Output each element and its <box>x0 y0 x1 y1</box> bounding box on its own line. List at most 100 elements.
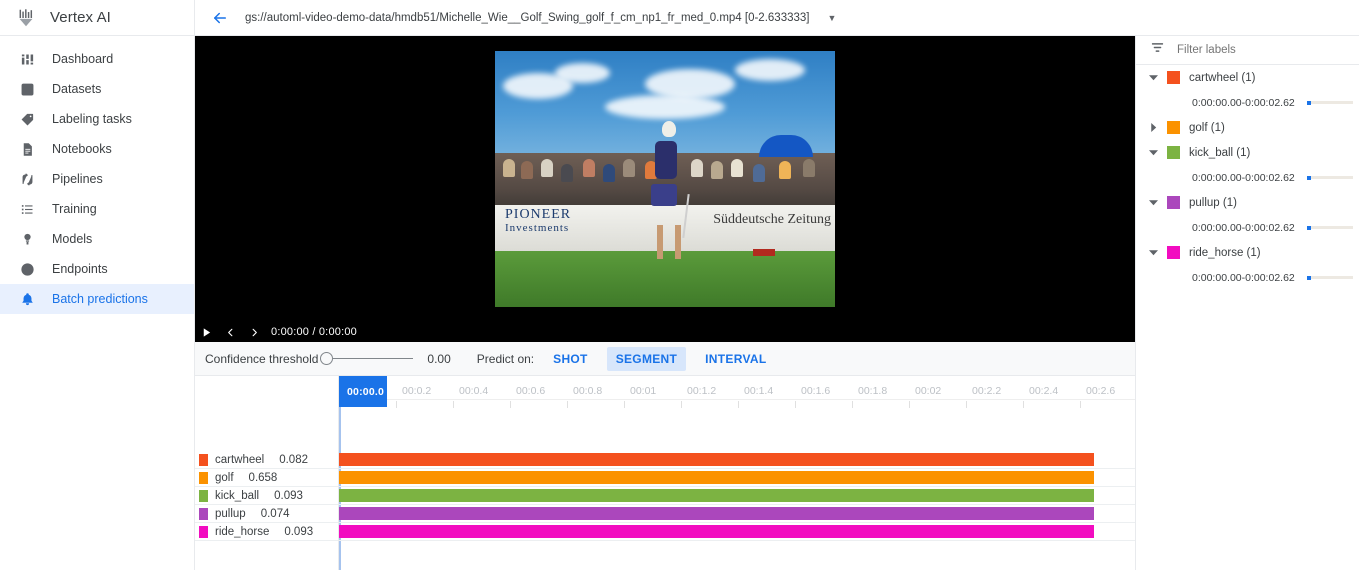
confidence-sparkline <box>1306 275 1353 280</box>
endpoints-target-icon <box>18 260 36 278</box>
timeline-label-rows: cartwheel 0.082 golf 0.658 kick_ball 0.0… <box>195 451 338 570</box>
label-score: 0.074 <box>260 507 290 520</box>
label-group-kick-ball: kick_ball (1) 0:00:00.00-0:00:02.62 0.09… <box>1136 140 1359 190</box>
label-segment-row[interactable]: 0:00:00.00-0:00:02.62 0.093 <box>1136 265 1359 290</box>
back-arrow-icon[interactable] <box>209 7 231 29</box>
crowd-person <box>711 161 723 180</box>
label-segment-row[interactable]: 0:00:00.00-0:00:02.62 0.082 <box>1136 90 1359 115</box>
chevron-down-icon[interactable] <box>1148 248 1158 257</box>
filter-icon[interactable] <box>1150 40 1165 60</box>
sidebar-item-batch-predictions[interactable]: Batch predictions <box>0 284 194 314</box>
slider-knob[interactable] <box>320 352 334 365</box>
timeline-bar-row[interactable] <box>339 469 1135 487</box>
ruler-baseline <box>339 399 1135 400</box>
sidebar-item-pipelines[interactable]: Pipelines <box>0 164 194 194</box>
tick-label: 00:0.4 <box>459 385 489 397</box>
segment-bar[interactable] <box>339 525 1094 538</box>
label-group-header[interactable]: pullup (1) <box>1136 190 1359 215</box>
crowd-person <box>521 161 533 180</box>
label-group-header[interactable]: golf (1) <box>1136 115 1359 140</box>
label-score: 0.093 <box>284 525 314 538</box>
filter-row[interactable] <box>1136 36 1359 65</box>
chevron-down-icon[interactable] <box>1148 73 1158 82</box>
label-group-name: pullup (1) <box>1189 196 1237 209</box>
brand-header[interactable]: Vertex AI <box>0 0 194 36</box>
video-controls: 0:00:00 / 0:00:00 <box>195 322 1135 342</box>
tick-label: 00:1.8 <box>858 385 888 397</box>
tick-label: 00:1.6 <box>801 385 831 397</box>
timeline-label-row[interactable]: kick_ball 0.093 <box>195 487 338 505</box>
tick-label: 00:0.8 <box>573 385 603 397</box>
play-icon[interactable] <box>199 325 213 339</box>
crowd-person <box>503 158 515 177</box>
segment-bar[interactable] <box>339 453 1094 466</box>
timeline-ruler[interactable]: 00:0.2 00:0.4 00:0.6 00:0.8 00:01 00:1.2… <box>339 376 1135 408</box>
sidebar-item-endpoints[interactable]: Endpoints <box>0 254 194 284</box>
sidebar-item-training[interactable]: Training <box>0 194 194 224</box>
segment-time-range: 0:00:00.00-0:00:02.62 <box>1192 171 1295 184</box>
label-group-header[interactable]: ride_horse (1) <box>1136 240 1359 265</box>
predict-mode-shot[interactable]: SHOT <box>544 347 597 371</box>
tick-mark <box>567 401 568 408</box>
filter-labels-input[interactable] <box>1177 44 1327 56</box>
sidebar-item-label: Dashboard <box>52 52 114 66</box>
label-group-header[interactable]: cartwheel (1) <box>1136 65 1359 90</box>
segment-bar[interactable] <box>339 507 1094 520</box>
crowd-person <box>623 158 635 177</box>
timeline-bar-row[interactable] <box>339 523 1135 541</box>
golfer-leg <box>675 225 682 260</box>
label-group-header[interactable]: kick_ball (1) <box>1136 140 1359 165</box>
cloud-shape <box>735 59 805 81</box>
label-color-swatch <box>1167 121 1180 134</box>
timeline-label-row[interactable]: cartwheel 0.082 <box>195 451 338 469</box>
timeline-track-column[interactable]: 00:0.2 00:0.4 00:0.6 00:0.8 00:01 00:1.2… <box>339 376 1135 570</box>
sidebar-item-dashboard[interactable]: Dashboard <box>0 44 194 74</box>
center-column: PIONEER Investments Süddeutsche Zeitung <box>195 36 1135 570</box>
cloud-shape <box>555 63 610 83</box>
predict-mode-segment[interactable]: SEGMENT <box>606 346 687 371</box>
sidebar-item-datasets[interactable]: Datasets <box>0 74 194 104</box>
label-name: ride_horse <box>215 525 270 538</box>
timeline-label-row[interactable]: ride_horse 0.093 <box>195 523 338 541</box>
label-group-name: golf (1) <box>1189 121 1225 134</box>
chevron-down-icon[interactable] <box>1148 198 1158 207</box>
banner-line2: Investments <box>505 222 570 235</box>
label-group-pullup: pullup (1) 0:00:00.00-0:00:02.62 0.074 <box>1136 190 1359 240</box>
golfer-torso <box>654 140 677 179</box>
tick-label: 00:02 <box>915 385 942 397</box>
confidence-threshold-slider[interactable] <box>320 352 414 365</box>
sidebar-item-labeling-tasks[interactable]: Labeling tasks <box>0 104 194 134</box>
chevron-right-icon[interactable] <box>1148 123 1158 132</box>
tick-label: 00:2.4 <box>1029 385 1059 397</box>
threshold-bar: Confidence threshold 0.00 Predict on: SH… <box>195 342 1135 376</box>
sidebar-item-label: Batch predictions <box>52 292 148 306</box>
timeline-label-row[interactable]: pullup 0.074 <box>195 505 338 523</box>
confidence-sparkline <box>1306 100 1353 105</box>
video-stage[interactable]: PIONEER Investments Süddeutsche Zeitung <box>195 36 1135 322</box>
chevron-down-icon[interactable]: ▼ <box>827 13 836 23</box>
predict-mode-interval[interactable]: INTERVAL <box>696 347 775 371</box>
label-name: kick_ball <box>215 489 260 502</box>
timeline-bar-row[interactable] <box>339 487 1135 505</box>
timeline-bar-row[interactable] <box>339 505 1135 523</box>
segment-bar[interactable] <box>339 471 1094 484</box>
sidebar-item-notebooks[interactable]: Notebooks <box>0 134 194 164</box>
tick-mark <box>453 401 454 408</box>
label-segment-row[interactable]: 0:00:00.00-0:00:02.62 0.093 <box>1136 165 1359 190</box>
sidebar-item-label: Training <box>52 202 97 216</box>
segment-bar[interactable] <box>339 489 1094 502</box>
label-name: cartwheel <box>215 453 265 466</box>
sidebar-item-label: Datasets <box>52 82 102 96</box>
crowd-person <box>803 158 815 177</box>
sidebar-item-models[interactable]: Models <box>0 224 194 254</box>
golfer-head <box>661 121 676 138</box>
playhead-label[interactable]: 00:00.0 <box>339 376 387 407</box>
slider-track[interactable] <box>333 358 414 359</box>
label-segment-row[interactable]: 0:00:00.00-0:00:02.62 0.074 <box>1136 215 1359 240</box>
segment-time-range: 0:00:00.00-0:00:02.62 <box>1192 221 1295 234</box>
chevron-down-icon[interactable] <box>1148 148 1158 157</box>
next-icon[interactable] <box>247 325 261 339</box>
timeline-label-row[interactable]: golf 0.658 <box>195 469 338 487</box>
previous-icon[interactable] <box>223 325 237 339</box>
timeline-bar-row[interactable] <box>339 451 1135 469</box>
